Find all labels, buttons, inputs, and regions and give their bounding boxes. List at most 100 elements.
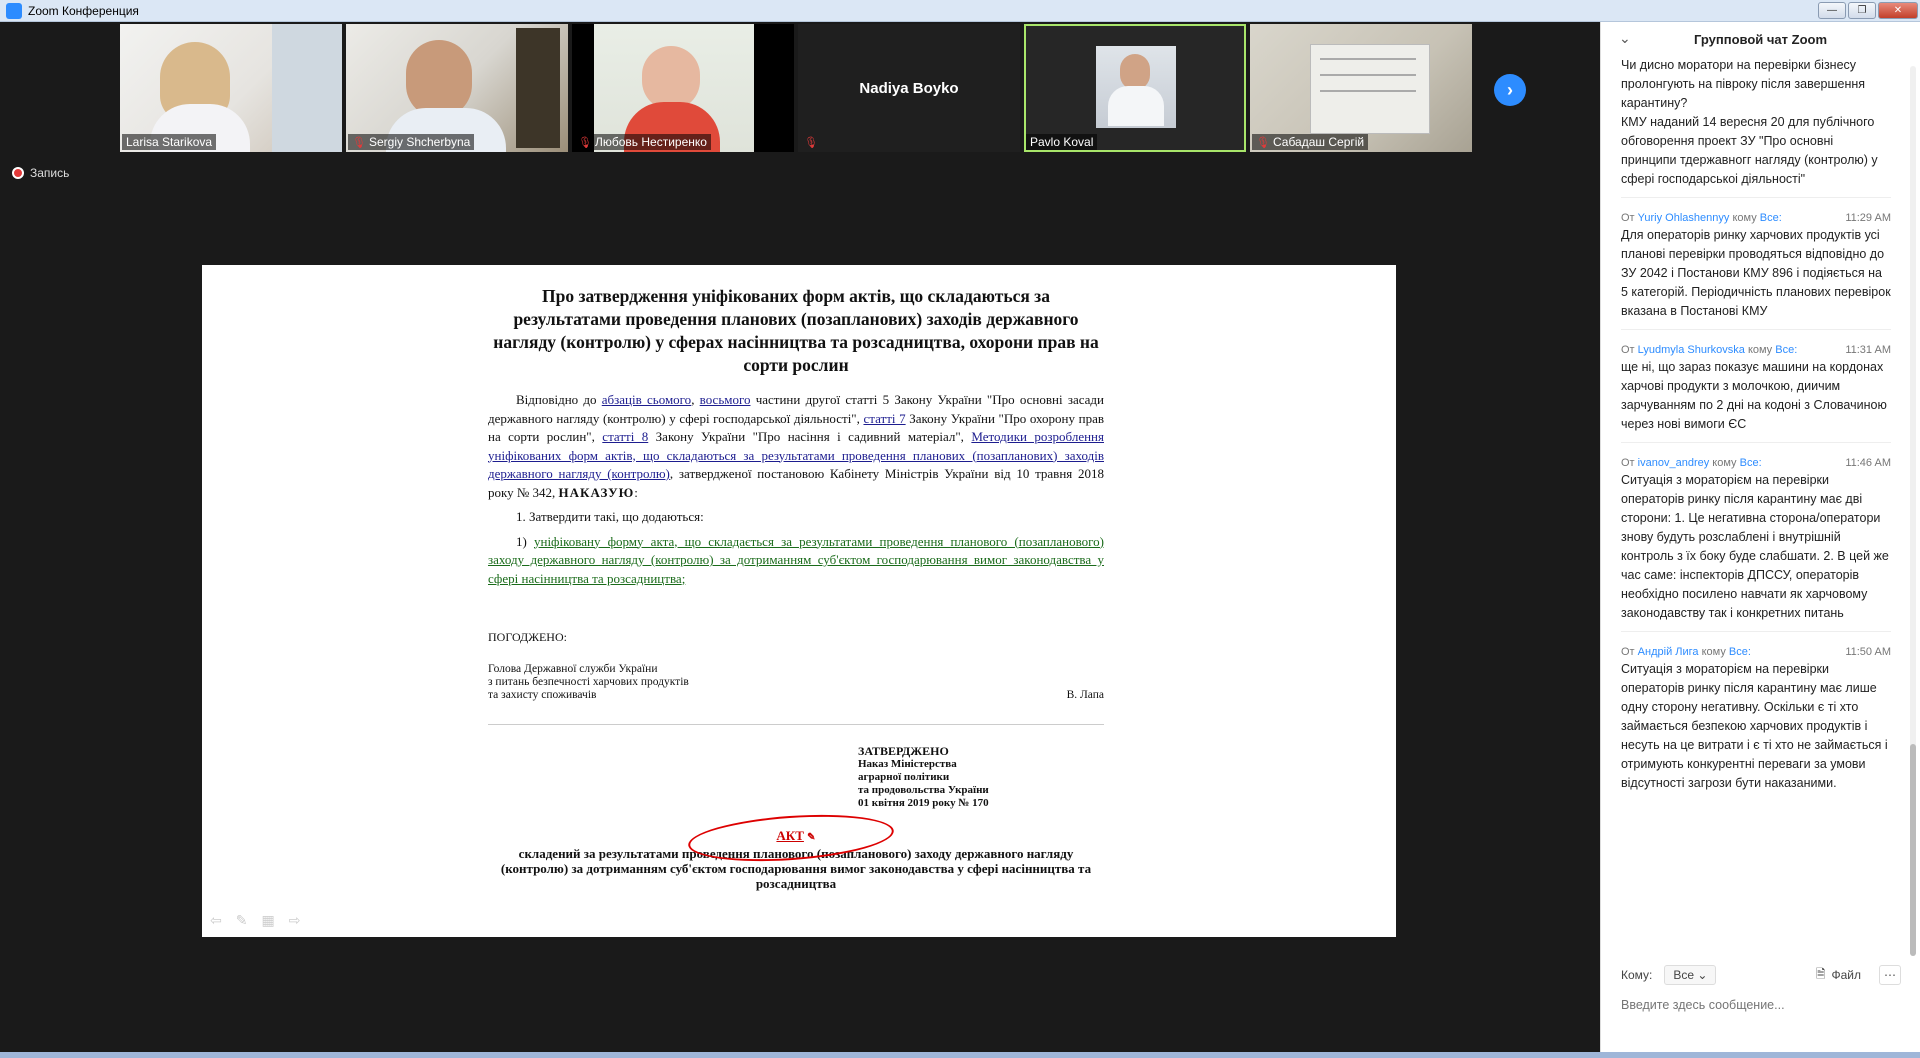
doc-link[interactable]: восьмого — [700, 392, 751, 407]
muted-mic-icon: 🎙 — [352, 136, 366, 149]
chat-scrollbar[interactable] — [1910, 66, 1916, 956]
akt-heading: АКТ ✎ — [488, 808, 1104, 868]
participant-tile[interactable]: Nadiya Boyko 🎙 — [798, 24, 1020, 152]
chat-messages[interactable]: Чи дисно моратори на перевірки бізнесу п… — [1601, 56, 1907, 944]
recording-label: Запись — [30, 166, 70, 180]
participant-name-bar: 🎙 Любовь Нестиренко — [574, 134, 711, 150]
participant-name: Любовь Нестиренко — [594, 135, 707, 149]
participant-tile[interactable]: 🎙 Любовь Нестиренко — [572, 24, 794, 152]
sender-name[interactable]: Андрій Лига — [1638, 646, 1699, 658]
participant-strip: Larisa Starikova 🎙 Sergiy Shcherbyna 🎙 Л… — [120, 24, 1472, 154]
doc-link[interactable]: статті 7 — [863, 411, 905, 426]
divider — [488, 724, 1104, 725]
chat-title: Групповой чат Zoom — [1693, 31, 1828, 47]
participant-name-bar: 🎙 Sergiy Shcherbyna — [348, 134, 475, 150]
chat-footer: Кому: Все ⌄ 🗎 Файл ⋯ — [1601, 962, 1920, 1014]
sender-name[interactable]: ivanov_andrey — [1638, 457, 1710, 469]
participant-video — [346, 24, 568, 152]
chat-message-text: ще ні, що зараз показує машини на кордон… — [1621, 360, 1887, 431]
divider — [1621, 631, 1891, 632]
participant-video — [572, 24, 794, 152]
participant-name: Larisa Starikova — [126, 135, 213, 149]
participant-name-bar: Larisa Starikova — [122, 134, 217, 150]
os-taskbar — [0, 1052, 1920, 1058]
maximize-button[interactable]: ❐ — [1848, 2, 1876, 19]
chat-panel: ⌄ Групповой чат Zoom Чи дисно моратори н… — [1600, 22, 1920, 1052]
window-title: Zoom Конференция — [28, 3, 139, 18]
chevron-right-icon: › — [1507, 79, 1513, 100]
document-item-1: 1. Затвердити такі, що додаються: — [516, 509, 704, 524]
chevron-down-icon: ⌄ — [1697, 968, 1708, 982]
participant-video — [1024, 24, 1246, 152]
close-button[interactable]: ✕ — [1878, 2, 1918, 19]
doc-link[interactable]: уніфіковану форму акта, що складається з… — [488, 534, 1104, 586]
pen-icon[interactable]: ✎ — [236, 912, 248, 929]
ellipsis-icon: ⋯ — [1884, 968, 1896, 982]
shared-document: Про затвердження уніфікованих форм актів… — [488, 285, 1104, 891]
approved-block: ЗАТВЕРДЖЕНО Наказ Міністерства аграрної … — [858, 744, 989, 810]
document-title: Про затвердження уніфікованих форм актів… — [493, 286, 1099, 375]
participant-video — [1250, 24, 1472, 152]
participant-name: Сабадаш Сергій — [1272, 135, 1365, 149]
more-options-button[interactable]: ⋯ — [1879, 965, 1901, 985]
participant-name-bar: 🎙 Сабадаш Сергій — [1252, 134, 1369, 150]
participant-name-center: Nadiya Boyko — [859, 79, 959, 97]
file-button[interactable]: 🗎 Файл — [1816, 965, 1861, 986]
meeting-area: Larisa Starikova 🎙 Sergiy Shcherbyna 🎙 Л… — [0, 22, 1600, 1052]
muted-mic-icon: 🎙 — [804, 137, 818, 149]
message-time: 11:46 AM — [1845, 457, 1891, 469]
shared-screen[interactable]: Про затвердження уніфікованих форм актів… — [202, 265, 1396, 937]
minimize-button[interactable]: — — [1818, 2, 1846, 19]
chat-message: От ivanov_andrey кому Все: 11:46 AM Ситу… — [1621, 457, 1891, 632]
recipient[interactable]: Все: — [1740, 457, 1762, 469]
chat-message-text: Ситуація з мораторієм на перевірки опера… — [1621, 662, 1888, 790]
sender-name[interactable]: Yuriy Ohlashennyy — [1638, 212, 1730, 224]
participant-name: Pavlo Koval — [1030, 135, 1094, 149]
participant-name-bar: 🎙 — [800, 135, 822, 150]
recipient[interactable]: Все: — [1729, 646, 1751, 658]
doc-link[interactable]: статті 8 — [602, 429, 648, 444]
participant-tile-active[interactable]: Pavlo Koval — [1024, 24, 1246, 152]
chevron-down-icon[interactable]: ⌄ — [1619, 30, 1631, 47]
divider — [1621, 197, 1891, 198]
grid-icon[interactable]: ▦ — [261, 912, 274, 929]
message-time: 11:50 AM — [1845, 646, 1891, 658]
participant-name-bar: Pavlo Koval — [1026, 134, 1098, 150]
chat-message-input[interactable] — [1621, 998, 1901, 1012]
doc-link[interactable]: абзаців сьомого — [602, 392, 691, 407]
doc-nav-controls: ⇦ ✎ ▦ ⇨ — [210, 912, 300, 929]
scrollbar-thumb[interactable] — [1910, 744, 1916, 956]
signature-block: Голова Державної служби України з питань… — [488, 663, 1104, 701]
document-item-1-1: 1) уніфіковану форму акта, що складаєтьс… — [488, 533, 1104, 586]
participant-tile[interactable]: Larisa Starikova — [120, 24, 342, 152]
chat-message: От Yuriy Ohlashennyy кому Все: 11:29 AM … — [1621, 212, 1891, 330]
file-icon: 🗎 — [1815, 966, 1826, 981]
participant-name: Sergiy Shcherbyna — [368, 135, 471, 149]
recipient-select[interactable]: Все ⌄ — [1664, 965, 1717, 985]
chat-message-text: Для операторів ринку харчових продуктів … — [1621, 228, 1891, 318]
document-preamble: Відповідно до абзаців сьомого, восьмого … — [488, 392, 1105, 500]
participant-video — [120, 24, 342, 152]
zoom-app-icon — [6, 2, 22, 19]
muted-mic-icon: 🎙 — [578, 136, 592, 149]
chat-message: От Андрій Лига кому Все: 11:50 AM Ситуац… — [1621, 646, 1891, 793]
window-titlebar: Zoom Конференция — ❐ ✕ — [0, 0, 1920, 22]
recording-indicator: Запись — [12, 166, 69, 180]
message-time: 11:29 AM — [1845, 212, 1891, 224]
participant-tile[interactable]: 🎙 Sergiy Shcherbyna — [346, 24, 568, 152]
recipient[interactable]: Все: — [1775, 344, 1797, 356]
recipient[interactable]: Все: — [1760, 212, 1782, 224]
next-page-button[interactable]: › — [1494, 74, 1526, 106]
participant-tile[interactable]: 🎙 Сабадаш Сергій — [1250, 24, 1472, 152]
chat-header: ⌄ Групповой чат Zoom — [1601, 22, 1920, 56]
agreed-label: ПОГОДЖЕНО: — [488, 630, 567, 644]
signatory-name: В. Лапа — [1066, 689, 1104, 701]
to-label: Кому: — [1621, 968, 1653, 982]
chat-message: От Lyudmyla Shurkovska кому Все: 11:31 A… — [1621, 344, 1891, 443]
arrow-left-icon[interactable]: ⇦ — [210, 912, 222, 929]
sender-name[interactable]: Lyudmyla Shurkovska — [1638, 344, 1745, 356]
divider — [1621, 329, 1891, 330]
arrow-right-icon[interactable]: ⇨ — [289, 912, 301, 929]
chat-message-text: Чи дисно моратори на перевірки бізнесу п… — [1621, 58, 1878, 186]
message-time: 11:31 AM — [1845, 344, 1891, 356]
